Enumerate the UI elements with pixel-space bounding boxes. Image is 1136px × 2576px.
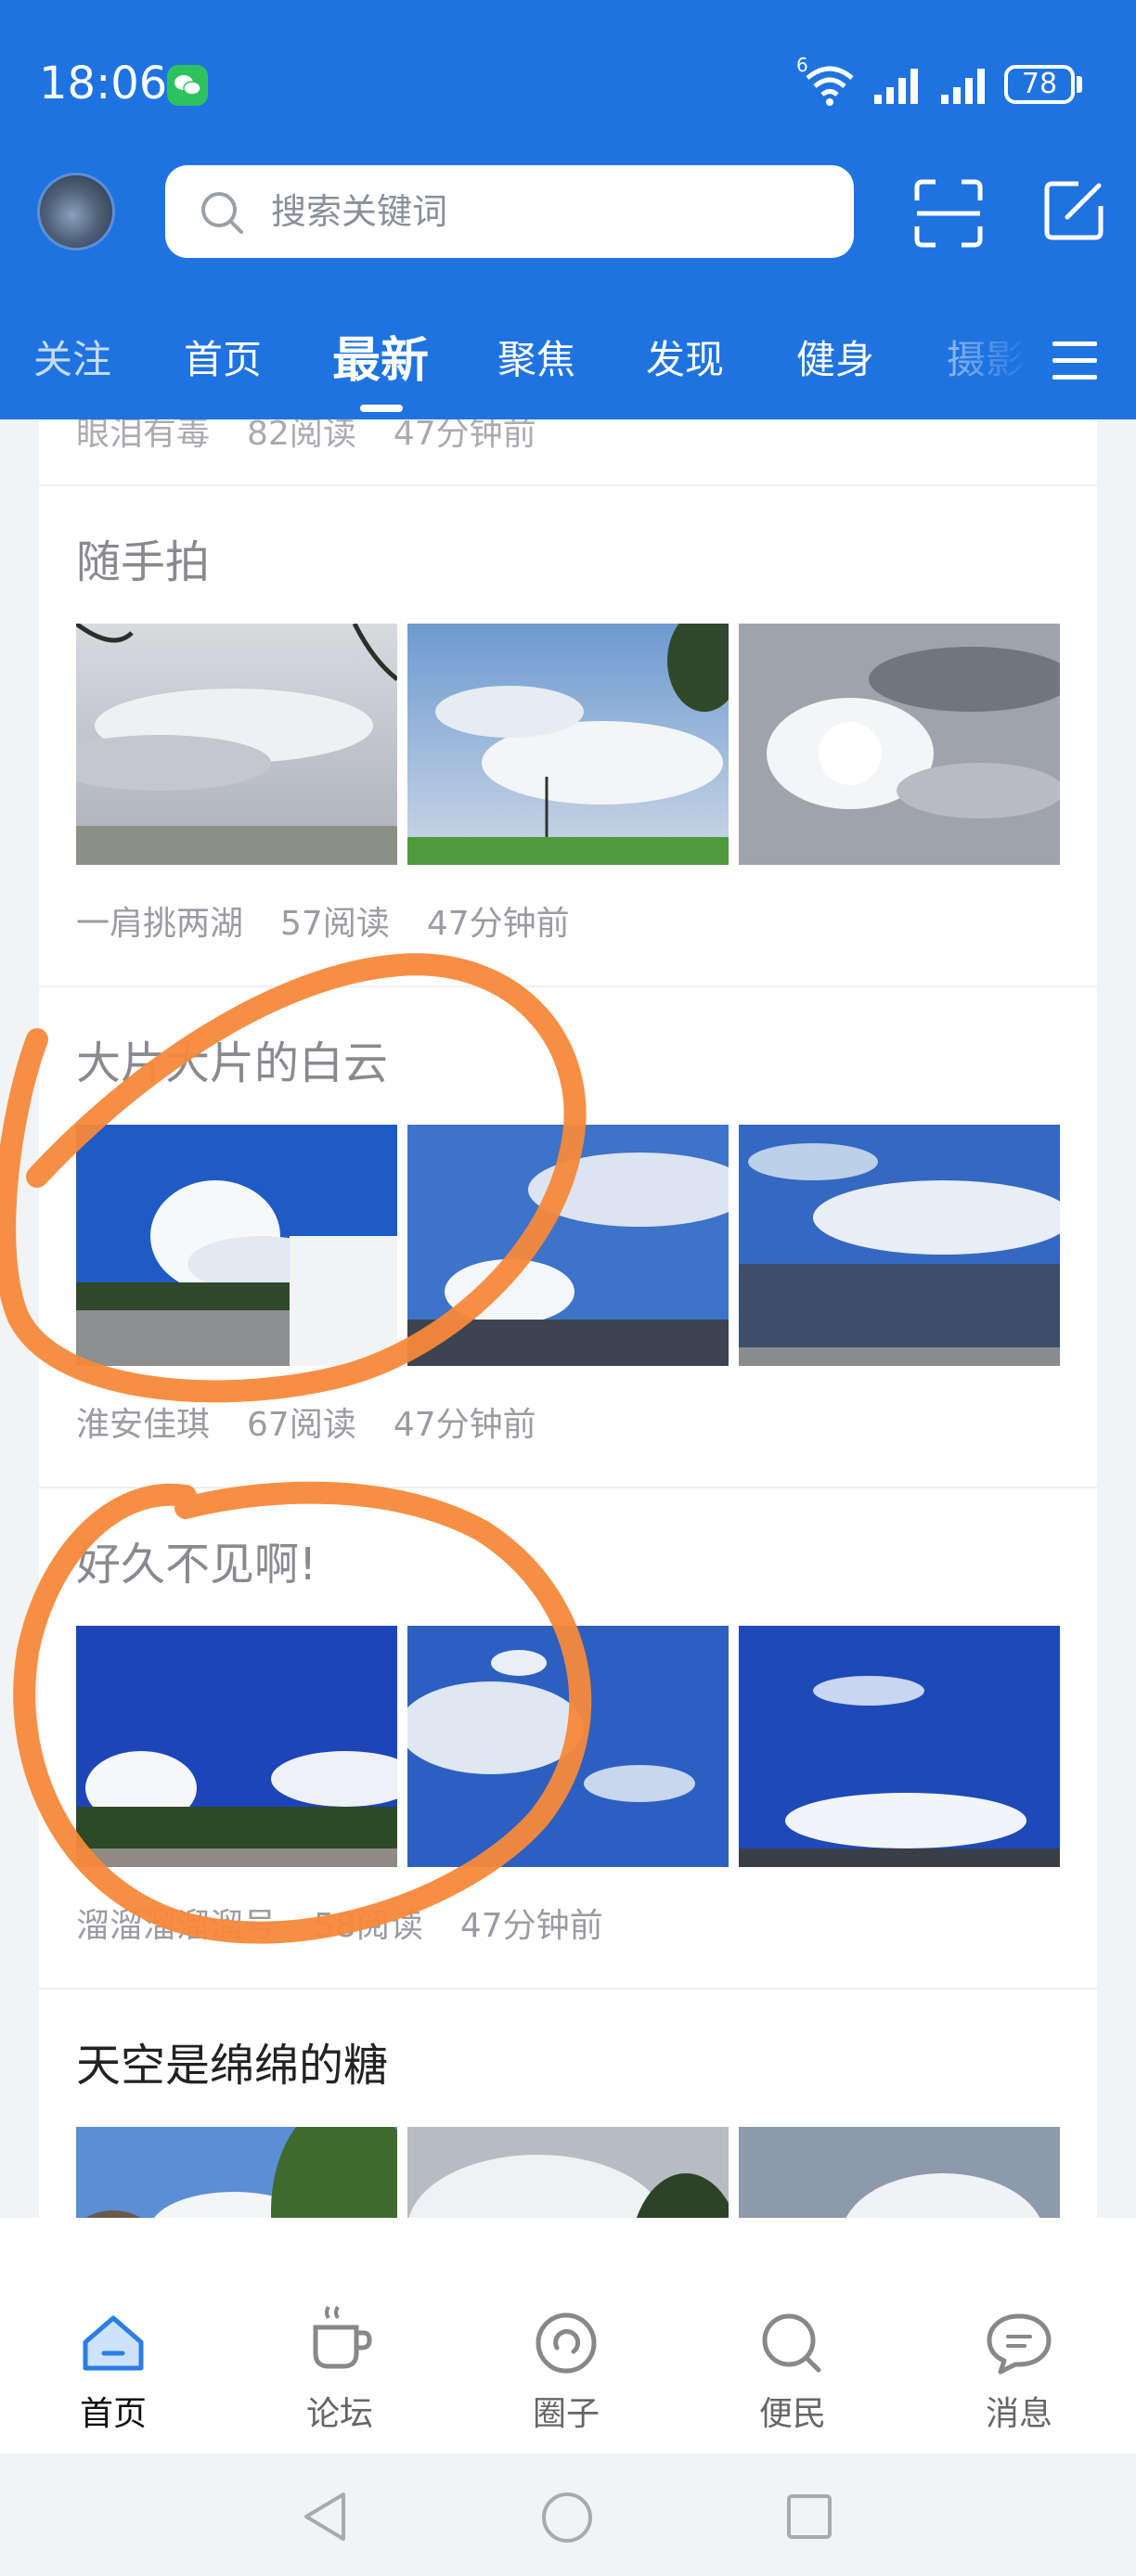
post-images <box>76 1626 1060 1867</box>
nav-services-label: 便民 <box>758 2395 826 2433</box>
post-image[interactable] <box>739 1626 1060 1867</box>
post-image[interactable] <box>76 2127 397 2218</box>
nav-services[interactable]: 便民 <box>718 2218 867 2454</box>
nav-home-label: 首页 <box>79 2395 147 2433</box>
post-image[interactable] <box>407 2127 729 2218</box>
tab-discover[interactable]: 发现 <box>646 328 724 385</box>
post-title: 大片大片的白云 <box>76 1037 389 1089</box>
post-image[interactable] <box>407 624 729 865</box>
circle-icon <box>536 2312 597 2374</box>
status-bar: 18:06 6 78 <box>0 0 1136 167</box>
post-meta: 眼泪有毒 82阅读 47分钟前 <box>76 419 574 455</box>
search-input[interactable]: 搜索关键词 <box>165 165 854 258</box>
back-icon[interactable] <box>301 2491 349 2543</box>
network-generation-label: 6 <box>796 54 808 76</box>
post-author: 淮安佳琪 <box>76 1406 211 1444</box>
tab-fitness[interactable]: 健身 <box>796 328 874 385</box>
nav-forum[interactable]: 论坛 <box>265 2218 414 2454</box>
post-image[interactable] <box>739 2127 1060 2218</box>
post-meta: 溜溜溜溜溜号 58阅读 47分钟前 <box>76 1899 640 1947</box>
list-item[interactable]: 天空是绵绵的糖 <box>39 1990 1097 2218</box>
battery-icon: 78 <box>1004 65 1075 104</box>
post-title: 随手拍 <box>76 536 211 588</box>
list-item[interactable]: 大片大片的白云 淮安佳琪 67阅读 47分钟前 <box>39 987 1097 1488</box>
category-tabs: 关注 首页 最新 聚焦 发现 健身 摄影 <box>0 316 1136 419</box>
post-time: 47分钟前 <box>393 1406 536 1444</box>
tab-latest[interactable]: 最新 <box>332 321 429 391</box>
post-images <box>76 624 1060 865</box>
battery-level: 78 <box>1021 68 1058 100</box>
post-reads: 67阅读 <box>247 1406 356 1444</box>
post-meta: 淮安佳琪 67阅读 47分钟前 <box>76 1397 574 1446</box>
post-reads: 57阅读 <box>280 905 390 943</box>
bottom-navigation: 首页 论坛 圈子 便民 消息 <box>0 2218 1136 2454</box>
post-time: 47分钟前 <box>426 905 570 943</box>
status-icons: 6 78 <box>796 54 1090 109</box>
nav-messages[interactable]: 消息 <box>945 2218 1093 2454</box>
post-title: 天空是绵绵的糖 <box>76 2040 389 2092</box>
compose-icon[interactable] <box>1041 178 1106 243</box>
nav-circle[interactable]: 圈子 <box>492 2218 640 2454</box>
post-reads: 58阅读 <box>314 1907 423 1945</box>
list-item[interactable]: 随手拍 一肩挑两湖 57阅读 47分钟前 <box>39 486 1097 987</box>
menu-icon[interactable] <box>1051 338 1099 384</box>
post-image[interactable] <box>739 624 1060 865</box>
list-item[interactable]: 好久不见啊! 溜溜溜溜溜号 58阅读 47分钟前 <box>39 1488 1097 1990</box>
post-image[interactable] <box>76 1125 397 1366</box>
wifi-icon <box>806 66 854 106</box>
user-avatar[interactable] <box>37 173 115 251</box>
post-image[interactable] <box>76 1626 397 1867</box>
post-image[interactable] <box>407 1125 729 1366</box>
signal-icon-1 <box>874 69 918 104</box>
post-author: 一肩挑两湖 <box>76 905 244 943</box>
post-title: 好久不见啊! <box>76 1539 317 1591</box>
nav-home[interactable]: 首页 <box>39 2218 187 2454</box>
post-image[interactable] <box>407 1626 729 1867</box>
signal-icon-2 <box>941 69 985 104</box>
post-author: 溜溜溜溜溜号 <box>76 1907 278 1945</box>
post-meta: 一肩挑两湖 57阅读 47分钟前 <box>76 896 607 945</box>
post-image[interactable] <box>739 1125 1060 1366</box>
search-icon <box>201 192 243 234</box>
post-reads: 82阅读 <box>247 419 356 453</box>
post-author: 眼泪有毒 <box>76 419 211 453</box>
post-time: 47分钟前 <box>393 419 536 453</box>
feed-list[interactable]: 眼泪有毒 82阅读 47分钟前 随手拍 一肩挑两湖 57阅读 47分钟前 大片大… <box>39 419 1097 2218</box>
magnifier-icon <box>762 2313 821 2373</box>
nav-circle-label: 圈子 <box>532 2395 600 2433</box>
home-icon <box>83 2315 144 2371</box>
coffee-cup-icon <box>313 2305 372 2369</box>
nav-forum-label: 论坛 <box>305 2395 373 2433</box>
tab-follow[interactable]: 关注 <box>33 328 111 385</box>
nav-messages-label: 消息 <box>985 2395 1052 2433</box>
tab-fade <box>937 316 1030 419</box>
post-images <box>76 2127 1060 2218</box>
recents-icon[interactable] <box>785 2492 833 2541</box>
search-placeholder: 搜索关键词 <box>271 191 448 232</box>
tab-home[interactable]: 首页 <box>184 328 262 385</box>
chat-bubble-icon <box>987 2313 1052 2375</box>
wechat-notification-icon <box>167 65 208 106</box>
scan-icon[interactable] <box>913 178 984 249</box>
system-navigation-bar <box>0 2454 1136 2576</box>
tab-focus[interactable]: 聚焦 <box>497 328 575 385</box>
status-time: 18:06 <box>39 58 168 109</box>
home-button-icon[interactable] <box>540 2491 594 2544</box>
list-item-partial[interactable]: 眼泪有毒 82阅读 47分钟前 <box>39 419 1097 486</box>
post-images <box>76 1125 1060 1366</box>
active-tab-indicator <box>360 405 403 412</box>
battery-tip <box>1077 76 1082 93</box>
post-time: 47分钟前 <box>459 1907 603 1945</box>
post-image[interactable] <box>76 624 397 865</box>
app-header: 18:06 6 78 搜索关键词 关注 首页 最新 聚焦 发现 健身 <box>0 0 1136 419</box>
